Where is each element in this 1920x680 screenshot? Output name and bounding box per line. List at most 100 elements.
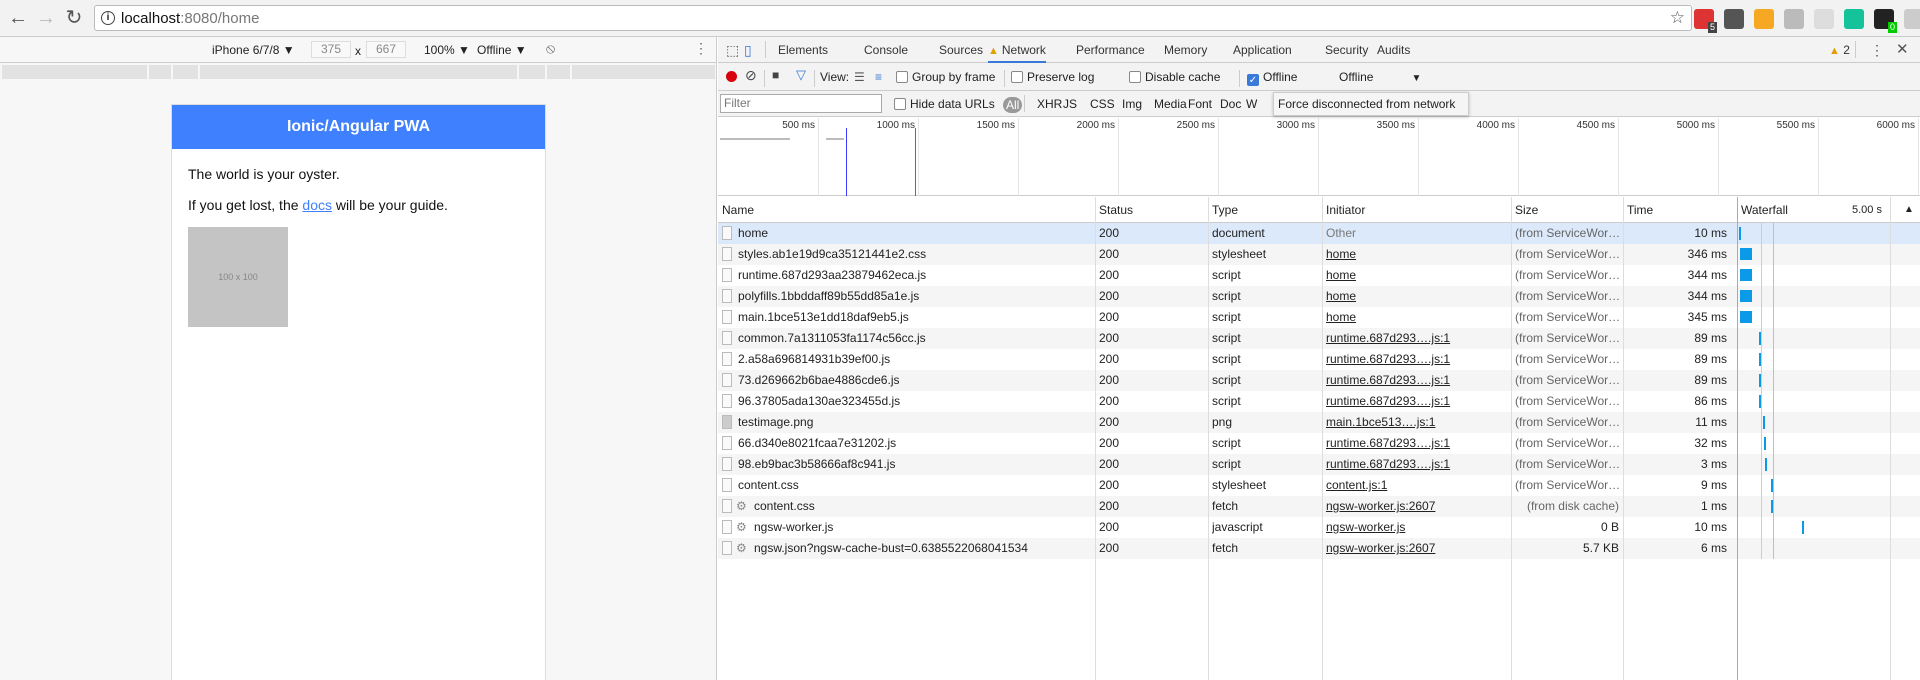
waterfall-view-icon[interactable]: ≡ [875, 70, 882, 84]
request-initiator[interactable]: runtime.687d293….js:1 [1326, 370, 1506, 391]
offline-checkbox[interactable]: ✓ Offline [1247, 70, 1297, 86]
request-name[interactable]: content.css [738, 475, 1091, 496]
tab-audits[interactable]: Audits [1377, 37, 1410, 63]
capture-screenshots-icon[interactable]: ■ [772, 68, 779, 82]
request-initiator[interactable]: runtime.687d293….js:1 [1326, 349, 1506, 370]
table-row[interactable]: 96.37805ada130ae323455d.js 200 script runti… [718, 391, 1920, 412]
table-row[interactable]: ⚙ ngsw-worker.js 200 javascript ngsw-worker.… [718, 517, 1920, 538]
filter-icon[interactable]: ▽ [796, 67, 806, 83]
mail-icon[interactable] [1904, 9, 1920, 29]
column-divider[interactable] [1095, 197, 1096, 680]
info-icon[interactable]: i [101, 11, 115, 25]
request-name[interactable]: runtime.687d293aa23879462eca.js [738, 265, 1091, 286]
table-row[interactable]: runtime.687d293aa23879462eca.js 200 script… [718, 265, 1920, 286]
request-initiator[interactable]: runtime.687d293….js:1 [1326, 328, 1506, 349]
request-name[interactable]: styles.ab1e19d9ca35121441e2.css [738, 244, 1091, 265]
device-toggle-icon[interactable]: ▯ [744, 37, 752, 63]
table-row[interactable]: ⚙ ngsw.json?ngsw-cache-bust=0.63855220680… [718, 538, 1920, 559]
filter-input[interactable]: Filter [720, 94, 882, 113]
request-initiator[interactable]: ngsw-worker.js:2607 [1326, 496, 1506, 517]
page-icon[interactable] [1814, 9, 1834, 29]
table-row[interactable]: main.1bce513e1dd18daf9eb5.js 200 script hom… [718, 307, 1920, 328]
column-divider[interactable] [1623, 197, 1624, 680]
filter-type-w[interactable]: W [1246, 97, 1257, 111]
back-button[interactable]: ← [6, 6, 30, 30]
filter-type-media[interactable]: Media [1154, 97, 1187, 111]
request-initiator[interactable]: ngsw-worker.js:2607 [1326, 538, 1506, 559]
column-divider[interactable] [1737, 197, 1738, 680]
filter-type-css[interactable]: CSS [1090, 97, 1115, 111]
tab-security[interactable]: Security [1325, 37, 1368, 63]
column-header-time[interactable]: Time [1623, 197, 1737, 223]
address-bar[interactable]: i localhost:8080/home ☆ [94, 5, 1692, 31]
column-divider[interactable] [1890, 197, 1891, 680]
filter-type-font[interactable]: Font [1188, 97, 1212, 111]
sort-ascending-icon[interactable]: ▲ [1900, 197, 1914, 223]
table-row[interactable]: polyfills.1bbddaff89b55dd85a1e.js 200 scri… [718, 286, 1920, 307]
tab-elements[interactable]: Elements [778, 37, 828, 63]
calendar-icon[interactable]: 0 [1874, 9, 1897, 33]
evernote-icon[interactable] [1724, 9, 1744, 29]
filter-type-doc[interactable]: Doc [1220, 97, 1241, 111]
device-select[interactable]: iPhone 6/7/8 ▼ [212, 43, 295, 57]
table-row[interactable]: home 200 document Other (from ServiceWor… 10 … [718, 223, 1920, 244]
clear-icon[interactable]: ⊘ [745, 67, 757, 84]
table-row[interactable]: 2.a58a696814931b39ef00.js 200 script runtim… [718, 349, 1920, 370]
request-name[interactable]: ngsw.json?ngsw-cache-bust=0.638552206804… [754, 538, 1091, 559]
request-name[interactable]: testimage.png [738, 412, 1091, 433]
request-name[interactable]: 2.a58a696814931b39ef00.js [738, 349, 1091, 370]
grammarly-icon[interactable] [1844, 9, 1864, 29]
large-rows-icon[interactable]: ☰ [854, 70, 865, 84]
table-row[interactable]: styles.ab1e19d9ca35121441e2.css 200 styles… [718, 244, 1920, 265]
close-devtools-icon[interactable]: ✕ [1896, 37, 1909, 63]
column-header-waterfall[interactable]: Waterfall [1737, 197, 1920, 223]
throttling-select[interactable]: Offline ▼ [1339, 70, 1421, 84]
record-icon[interactable] [726, 71, 737, 82]
more-options-icon[interactable]: ⋮ [694, 40, 708, 57]
devtools-menu-icon[interactable]: ⋮ [1870, 37, 1884, 63]
column-divider[interactable] [1511, 197, 1512, 680]
request-name[interactable]: common.7a1311053fa1174c56cc.js [738, 328, 1091, 349]
table-row[interactable]: 98.eb9bac3b58666af8c941.js 200 script runti… [718, 454, 1920, 475]
height-input[interactable]: 667 [366, 41, 406, 58]
request-name[interactable]: ngsw-worker.js [754, 517, 1091, 538]
media-query-bar[interactable] [2, 65, 715, 79]
table-row[interactable]: ⚙ content.css 200 fetch ngsw-worker.js:2607 (… [718, 496, 1920, 517]
request-initiator[interactable]: home [1326, 244, 1506, 265]
request-name[interactable]: home [738, 223, 1091, 244]
request-initiator[interactable]: main.1bce513….js:1 [1326, 412, 1506, 433]
request-name[interactable]: content.css [754, 496, 1091, 517]
filter-type-all[interactable]: All [1003, 97, 1023, 113]
docs-link[interactable]: docs [302, 197, 332, 213]
table-row[interactable]: 66.d340e8021fcaa7e31202.js 200 script runti… [718, 433, 1920, 454]
table-row[interactable]: testimage.png 200 png main.1bce513….js:1 (fr… [718, 412, 1920, 433]
network-overview-timeline[interactable]: 500 ms 1000 ms 1500 ms 2000 ms 2500 ms 3000 m… [718, 118, 1920, 196]
tab-performance[interactable]: Performance [1076, 37, 1145, 63]
table-row[interactable]: common.7a1311053fa1174c56cc.js 200 script r… [718, 328, 1920, 349]
warnings-count[interactable]: ▲ 2 [1829, 37, 1850, 63]
request-name[interactable]: 73.d269662b6bae4886cde6.js [738, 370, 1091, 391]
column-header-status[interactable]: Status [1095, 197, 1208, 223]
star-extension-icon[interactable] [1754, 9, 1774, 29]
group-by-frame-checkbox[interactable]: Group by frame [896, 70, 995, 84]
reload-button[interactable]: ↻ [62, 6, 86, 30]
inspect-element-icon[interactable]: ⬚ [726, 37, 739, 63]
request-name[interactable]: 96.37805ada130ae323455d.js [738, 391, 1091, 412]
request-initiator[interactable]: home [1326, 307, 1506, 328]
table-row[interactable]: 73.d269662b6bae4886cde6.js 200 script runti… [718, 370, 1920, 391]
column-divider[interactable] [1322, 197, 1323, 680]
filter-type-js[interactable]: JS [1063, 97, 1077, 111]
column-header-type[interactable]: Type [1208, 197, 1322, 223]
request-initiator[interactable]: ngsw-worker.js [1326, 517, 1506, 538]
tab-network[interactable]: ▲ Network [988, 37, 1046, 63]
rotate-icon[interactable]: ⦸ [546, 40, 555, 57]
request-name[interactable]: 98.eb9bac3b58666af8c941.js [738, 454, 1091, 475]
zoom-select[interactable]: 100% ▼ [424, 43, 470, 57]
tab-sources[interactable]: Sources [939, 37, 983, 63]
forward-button[interactable]: → [34, 6, 58, 30]
hide-data-urls-checkbox[interactable]: Hide data URLs [894, 97, 995, 111]
preserve-log-checkbox[interactable]: Preserve log [1011, 70, 1094, 84]
bookmark-star-icon[interactable]: ☆ [1670, 8, 1685, 28]
column-header-initiator[interactable]: Initiator [1322, 197, 1511, 223]
filter-type-img[interactable]: Img [1122, 97, 1142, 111]
